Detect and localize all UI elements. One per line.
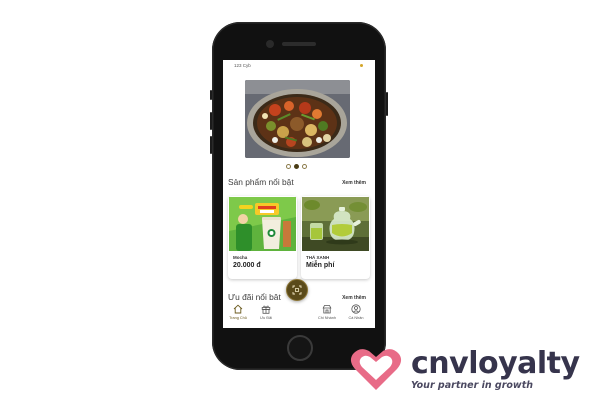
product-price: 20.000 đ	[233, 262, 261, 269]
tab-label: Chi Nhánh	[318, 316, 336, 320]
tab-label: Cá Nhân	[348, 316, 364, 320]
featured-see-more-link[interactable]: Xem thêm	[342, 180, 366, 186]
carousel-dot[interactable]	[286, 164, 291, 169]
phone-power-button	[386, 92, 388, 116]
tab-home[interactable]: Trang Chủ	[226, 304, 250, 320]
banner-carousel[interactable]	[245, 80, 350, 158]
home-icon	[233, 304, 243, 314]
user-icon	[351, 304, 361, 314]
tab-label: Trang Chủ	[229, 316, 247, 320]
scan-icon	[292, 285, 302, 295]
status-bar: 123 Cyb	[223, 60, 375, 72]
heart-logo-icon	[350, 349, 402, 390]
carousel-dot-active[interactable]	[294, 164, 299, 169]
product-name: Mocha	[233, 255, 248, 260]
phone-home-button[interactable]	[287, 335, 313, 361]
phone-frame: 123 Cyb Sản phẩm nổi bật Xem thêm Mocha …	[210, 22, 388, 370]
stage: 123 Cyb Sản phẩm nổi bật Xem thêm Mocha …	[0, 0, 600, 400]
green-tea-photo	[302, 197, 369, 251]
featured-section-title: Sản phẩm nổi bật	[228, 177, 294, 187]
store-icon	[322, 305, 332, 314]
app-screen: 123 Cyb Sản phẩm nổi bật Xem thêm Mocha …	[223, 60, 375, 328]
hotpot-photo	[245, 80, 350, 158]
phone-volume-down	[210, 136, 212, 154]
tab-profile[interactable]: Cá Nhân	[344, 304, 368, 320]
scan-button[interactable]	[286, 279, 308, 301]
earpiece-speaker	[282, 42, 316, 46]
product-card-green-tea[interactable]: THÁ XANH Miễn phí	[301, 196, 370, 279]
tab-branches[interactable]: Chi Nhánh	[315, 304, 339, 320]
mocha-promo-photo	[229, 197, 296, 251]
product-card-mocha[interactable]: Mocha 20.000 đ	[228, 196, 297, 279]
carousel-dots	[286, 164, 307, 169]
notification-dot	[360, 64, 363, 67]
brand-tagline: Your partner in growth	[411, 380, 533, 391]
gift-icon	[261, 305, 271, 314]
tab-label: Ưu Đãi	[259, 316, 273, 320]
front-camera	[266, 40, 274, 48]
phone-volume-up	[210, 112, 212, 130]
product-price: Miễn phí	[306, 262, 335, 269]
bottom-tab-bar: Trang Chủ Ưu Đãi Chi Nhánh Cá Nhân	[223, 300, 375, 328]
product-name: THÁ XANH	[306, 255, 330, 260]
status-text: 123 Cyb	[234, 63, 251, 68]
tab-offers[interactable]: Ưu Đãi	[254, 304, 278, 320]
phone-side-button-left	[210, 90, 212, 100]
carousel-dot[interactable]	[302, 164, 307, 169]
brand-name: cnvloyalty	[411, 346, 580, 381]
brand-logo: cnvloyalty Your partner in growth	[347, 346, 593, 396]
